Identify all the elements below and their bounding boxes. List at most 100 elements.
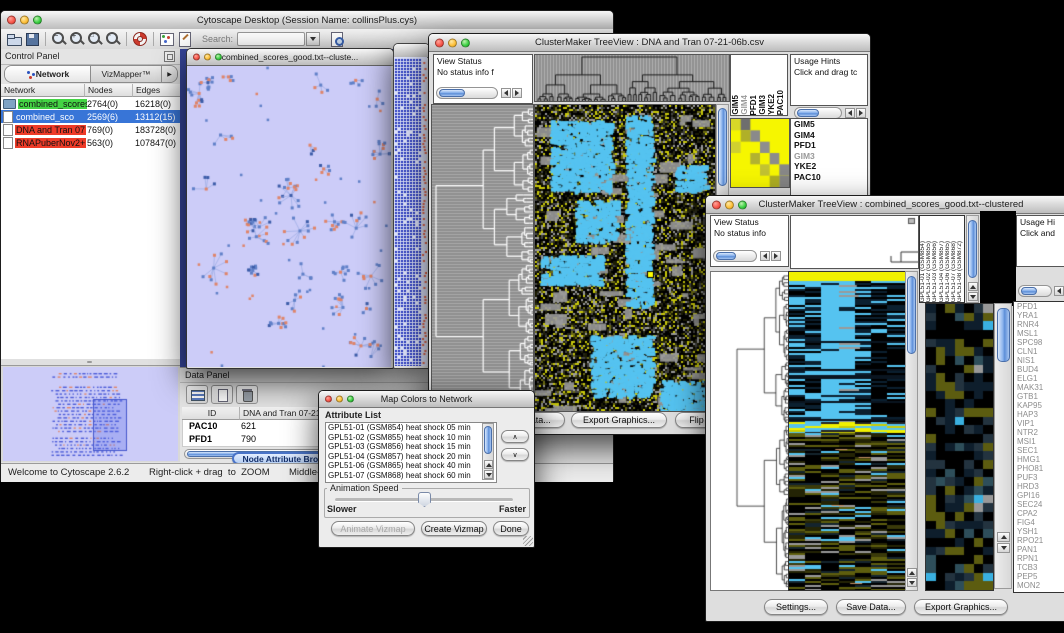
tv2-column-dendrogram[interactable] xyxy=(790,215,919,269)
column-label[interactable]: GPL51-03 (GSM856) xyxy=(932,241,938,302)
gene-label[interactable]: HAP3 xyxy=(1014,410,1064,419)
tv1-column-dendrogram[interactable] xyxy=(534,54,730,102)
tv1-column-labels[interactable]: GIM5GIM4PFD1GIM3YKE2PAC10 xyxy=(730,54,788,116)
network-overview-canvas[interactable] xyxy=(3,367,178,461)
zoom-in-icon[interactable]: + xyxy=(68,30,86,48)
row-label[interactable]: PAC10 xyxy=(791,172,867,183)
tv2-row-dendrogram[interactable] xyxy=(710,271,789,591)
column-label[interactable]: GIM4 xyxy=(740,95,749,115)
minimize-button[interactable] xyxy=(20,16,29,25)
minimize-button[interactable] xyxy=(725,200,734,209)
attribute-item[interactable]: GPL51-02 (GSM855) heat shock 10 min xyxy=(326,433,496,443)
gene-label[interactable]: PFD1 xyxy=(1014,302,1064,311)
column-label[interactable]: PFD1 xyxy=(749,95,758,115)
gene-label[interactable]: ELG1 xyxy=(1014,374,1064,383)
gene-label[interactable]: SEC1 xyxy=(1014,446,1064,455)
column-header-nodes[interactable]: Nodes xyxy=(85,84,133,97)
tab-overflow-button[interactable]: ▶ xyxy=(162,66,177,82)
close-button[interactable] xyxy=(7,16,16,25)
scroll-down-button[interactable] xyxy=(907,578,917,587)
tv2-export-graphics-button[interactable]: Export Graphics... xyxy=(914,599,1008,615)
tv2-settings-button[interactable]: Settings... xyxy=(764,599,828,615)
background-window-titlebar[interactable] xyxy=(394,44,429,58)
scroll-up-button[interactable] xyxy=(907,568,917,577)
filter-icon[interactable] xyxy=(328,30,346,48)
close-button[interactable] xyxy=(325,396,332,403)
tab-vizmapper[interactable]: VizMapper™ xyxy=(91,66,162,82)
select-attributes-button[interactable] xyxy=(186,385,208,404)
network-view-titlebar[interactable]: combined_scores_good.txt--cluste... xyxy=(187,49,393,66)
background-network-canvas[interactable] xyxy=(394,57,427,366)
network-list-row[interactable]: combined_sco 2569(6) 13112(15) xyxy=(1,110,180,123)
minimize-button[interactable] xyxy=(336,396,343,403)
tv2-heatmap-vscrollbar[interactable] xyxy=(905,271,918,591)
scroll-up-button[interactable] xyxy=(968,282,978,291)
gene-label[interactable]: RPN1 xyxy=(1014,554,1064,563)
gene-label[interactable]: SEC24 xyxy=(1014,500,1064,509)
gene-label[interactable]: PEP5 xyxy=(1014,572,1064,581)
tv2-zoom-heatmap[interactable] xyxy=(925,303,994,591)
minimize-button[interactable] xyxy=(204,54,211,61)
tv2-gene-list[interactable]: PFD1YRA1RNR4MSL1SPC98CLN1NIS1BUD4ELG1MAK… xyxy=(1013,301,1064,593)
vizmapper-icon[interactable] xyxy=(158,30,176,48)
animate-vizmap-button[interactable]: Animate Vizmap xyxy=(331,521,415,536)
column-label[interactable]: GPL51-08 (GSM872) xyxy=(957,241,963,302)
zoom-button[interactable] xyxy=(738,200,747,209)
hscroll-thumb[interactable] xyxy=(716,252,736,260)
help-ring-icon[interactable] xyxy=(131,30,149,48)
gene-label[interactable]: PHO81 xyxy=(1014,464,1064,473)
open-session-icon[interactable] xyxy=(5,30,23,48)
column-label[interactable]: GPL51-06 (GSM865) xyxy=(945,241,951,302)
vscroll-thumb[interactable] xyxy=(997,308,1010,362)
column-label[interactable]: YKE2 xyxy=(767,94,776,115)
gene-label[interactable]: PUF3 xyxy=(1014,473,1064,482)
zoom-out-icon[interactable]: − xyxy=(50,30,68,48)
main-titlebar[interactable]: Cytoscape Desktop (Session Name: collins… xyxy=(1,11,613,30)
gene-label[interactable]: CPA2 xyxy=(1014,509,1064,518)
gene-label[interactable]: MSL1 xyxy=(1014,329,1064,338)
gene-label[interactable]: HRD3 xyxy=(1014,482,1064,491)
gene-label[interactable]: BUD4 xyxy=(1014,365,1064,374)
column-label[interactable]: PAC10 xyxy=(776,90,785,115)
done-button[interactable]: Done xyxy=(493,521,529,536)
gene-label[interactable]: RPO21 xyxy=(1014,536,1064,545)
network-list-row[interactable]: combined_scores 2764(0) 16218(0) xyxy=(1,97,180,110)
scroll-left-button[interactable] xyxy=(1054,286,1064,296)
search-dropdown-button[interactable] xyxy=(306,32,320,46)
vscroll-thumb[interactable] xyxy=(718,108,727,186)
tv1-export-graphics-button[interactable]: Export Graphics... xyxy=(571,412,667,428)
gene-label[interactable]: YRA1 xyxy=(1014,311,1064,320)
column-label[interactable]: GIM5 xyxy=(731,95,740,115)
move-attribute-up-button[interactable]: ∧ xyxy=(501,430,529,443)
gene-label[interactable]: GTB1 xyxy=(1014,392,1064,401)
tv1-similarity-matrix[interactable] xyxy=(730,118,790,188)
attribute-item[interactable]: GPL51-06 (GSM865) heat shock 40 min xyxy=(326,461,496,471)
attribute-item[interactable]: GPL51-04 (GSM857) heat shock 20 min xyxy=(326,452,496,462)
tv2-status-hscrollbar[interactable] xyxy=(713,250,757,262)
close-button[interactable] xyxy=(435,38,444,47)
move-attribute-down-button[interactable]: ∨ xyxy=(501,448,529,461)
scroll-up-button[interactable] xyxy=(997,532,1010,542)
attribute-item[interactable]: GPL51-07 (GSM868) heat shock 60 min xyxy=(326,471,496,481)
tv2-usage-hscrollbar[interactable] xyxy=(1018,285,1052,297)
scroll-left-button[interactable] xyxy=(501,88,511,98)
gene-label[interactable]: FIG4 xyxy=(1014,518,1064,527)
vscroll-thumb[interactable] xyxy=(484,426,492,454)
resize-grip[interactable] xyxy=(523,536,533,546)
gene-label[interactable]: SPC98 xyxy=(1014,338,1064,347)
column-header-edges[interactable]: Edges xyxy=(133,84,180,97)
zoom-selected-icon[interactable]: □ xyxy=(86,30,104,48)
create-vizmap-button[interactable]: Create Vizmap xyxy=(421,521,487,536)
tv2-labels-vscrollbar[interactable] xyxy=(966,215,979,303)
row-label[interactable]: GIM4 xyxy=(791,130,867,141)
row-label[interactable]: PFD1 xyxy=(791,140,867,151)
gene-label[interactable]: MAK31 xyxy=(1014,383,1064,392)
gene-label[interactable]: CLN1 xyxy=(1014,347,1064,356)
tab-network[interactable]: Network xyxy=(5,66,91,82)
scroll-down-button[interactable] xyxy=(484,470,493,479)
tv2-zoom-vscrollbar[interactable] xyxy=(994,303,1012,589)
scroll-right-button[interactable] xyxy=(856,108,866,118)
gene-label[interactable]: KAP95 xyxy=(1014,401,1064,410)
network-list-row[interactable]: RNAPuberNov2+ 563(0) 107847(0) xyxy=(1,136,180,149)
gene-label[interactable]: TCB3 xyxy=(1014,563,1064,572)
